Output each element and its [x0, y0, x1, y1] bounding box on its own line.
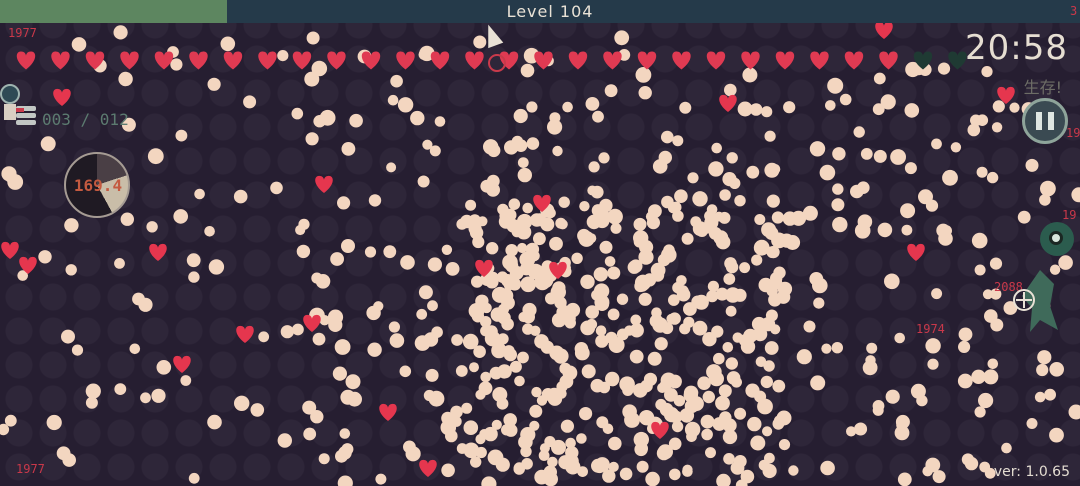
life-heart-icon — [327, 51, 346, 70]
life-heart-icon — [706, 51, 726, 70]
survival-timer: 20:58 — [965, 28, 1068, 68]
life-heart-icon — [189, 51, 208, 70]
damage-number: 19 — [1062, 208, 1077, 222]
life-heart-icon — [879, 51, 898, 70]
life-heart-icon — [120, 51, 139, 70]
pause-icon-bar — [1048, 112, 1054, 130]
damage-number: 1974 — [916, 322, 945, 336]
life-heart-icon — [51, 51, 70, 70]
version-label: ver: 1.0.65 — [993, 464, 1070, 480]
life-heart-icon — [292, 51, 312, 70]
pause-button[interactable] — [1022, 98, 1068, 144]
life-heart-icon — [913, 51, 933, 70]
life-heart-icon — [603, 51, 622, 70]
life-heart-icon — [534, 51, 553, 70]
eyeball-enemy-icon — [1040, 222, 1074, 256]
life-heart-icon — [672, 51, 691, 70]
life-heart-icon — [465, 51, 484, 70]
life-hearts-row — [16, 51, 967, 70]
life-heart-icon — [223, 51, 243, 70]
life-heart-icon — [430, 51, 450, 70]
damage-number: 1977 — [8, 26, 37, 40]
ghost-enemy-icon — [1013, 270, 1058, 332]
life-heart-icon — [637, 51, 657, 70]
ability-cooldown-value: 169.4 — [73, 176, 123, 195]
damage-number: 3 — [1070, 4, 1078, 18]
crosshair-icon — [488, 54, 506, 72]
life-heart-icon — [844, 51, 864, 70]
life-heart-icon — [810, 51, 829, 70]
life-heart-icon — [154, 51, 174, 70]
life-heart-icon — [568, 51, 588, 70]
life-heart-icon — [361, 51, 381, 70]
life-heart-icon — [16, 51, 36, 70]
player-character-icon — [0, 84, 24, 120]
life-heart-icon — [948, 51, 967, 70]
pause-icon — [1036, 112, 1042, 130]
ammo-counter: 003 / 012 — [42, 110, 129, 129]
damage-number: 19 — [1066, 126, 1080, 140]
life-heart-icon — [85, 51, 105, 70]
life-heart-icon — [258, 51, 277, 70]
life-heart-icon — [775, 51, 795, 70]
damage-number: 1977 — [16, 462, 45, 476]
survive-label: 生存! — [1023, 78, 1062, 97]
life-heart-icon — [396, 51, 415, 70]
life-heart-icon — [741, 51, 760, 70]
